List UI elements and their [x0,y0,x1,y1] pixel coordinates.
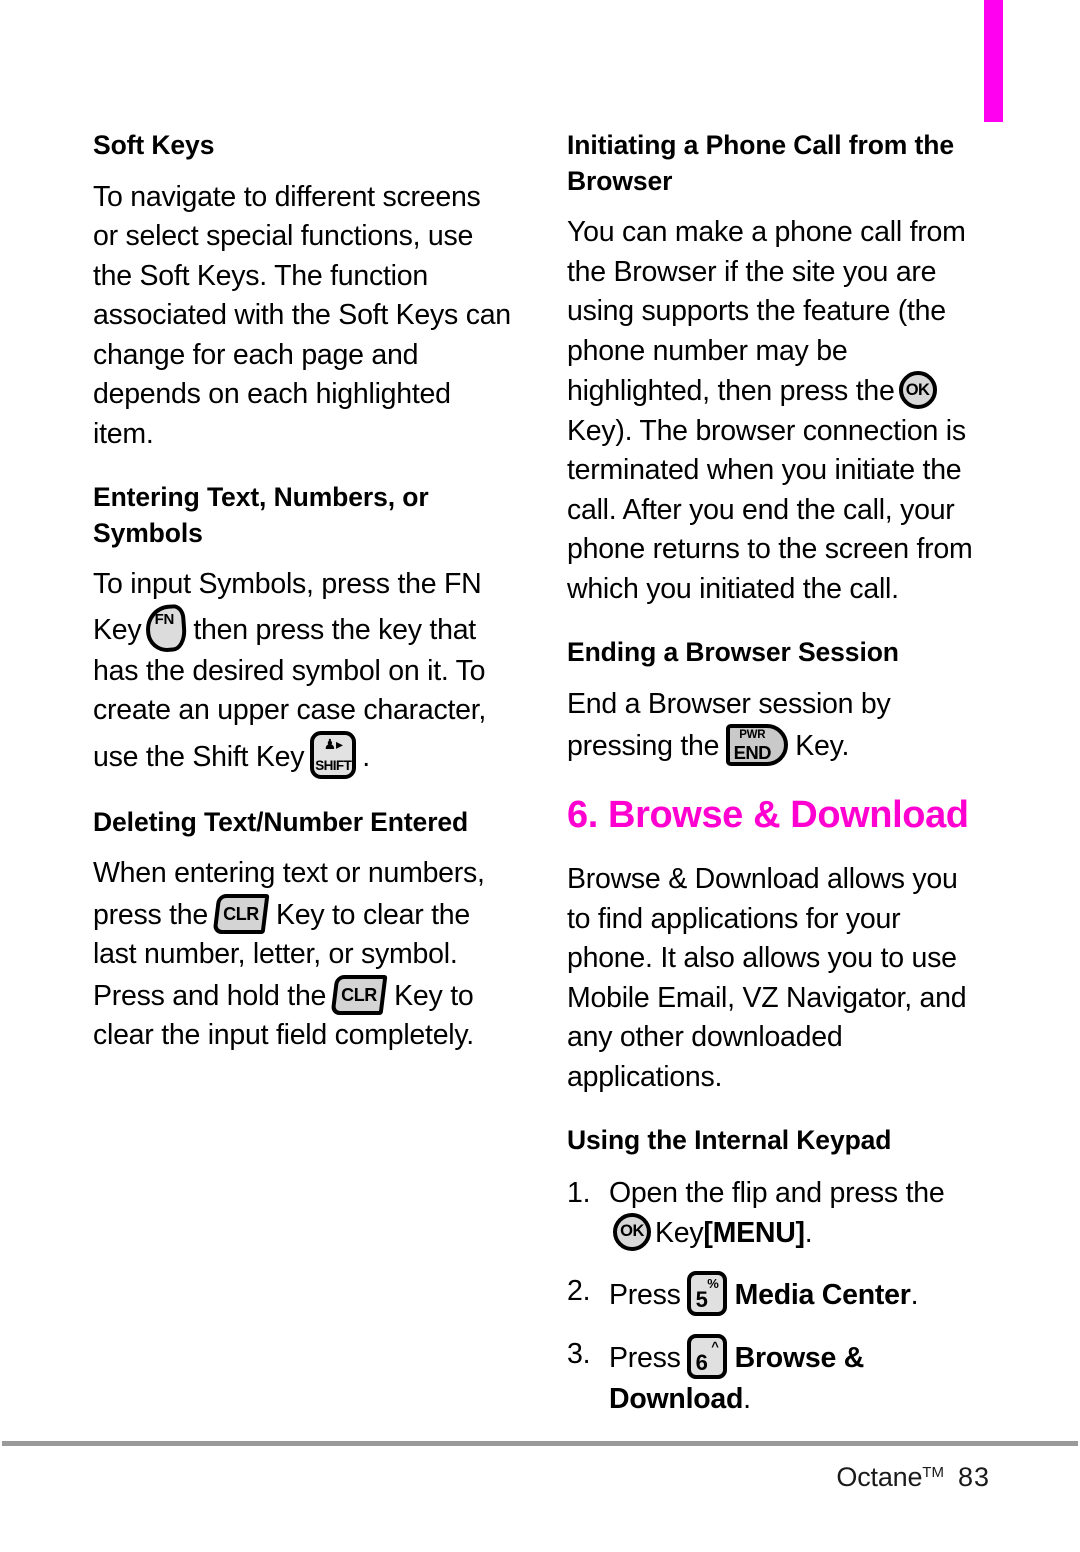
footer: OctaneTM 83 [836,1462,990,1493]
paragraph-ending-browser-session: End a Browser session by pressing the PWR… [567,685,987,767]
steps-list: 1. Open the flip and press the OK Key[MENU]… [567,1173,987,1419]
ok-key-icon: OK [898,371,937,409]
paragraph-entering-text: To input Symbols, press the FN Key FN then… [93,565,513,779]
step1-part3: . [804,1216,813,1249]
list-item: 1. Open the flip and press the OK Key[MENU]… [567,1173,987,1253]
shift-key-label: SHIFT [315,758,352,773]
step1-part2: Key [655,1216,704,1249]
paragraph-deleting-text: When entering text or numbers, press the… [93,854,513,1056]
ok-key-label: OK [905,380,930,399]
step2-bold-media-center: Media Center [734,1278,911,1311]
ok-key-icon-step1: OK [613,1212,651,1251]
list-item: 2. Press 5% Media Center. [567,1270,987,1316]
heading-using-internal-keypad: Using the Internal Keypad [567,1125,892,1156]
step2-part1: Press [609,1278,681,1311]
fn-key-icon: FN [144,603,188,653]
footer-product-name: Octane [836,1462,923,1492]
step-number-2: 2. [567,1274,591,1307]
end-key-pwr-label: PWR [739,729,766,741]
heading-soft-keys: Soft Keys [93,130,215,160]
chapter-heading-browse-download: 6. Browse & Download [567,793,969,836]
paragraph-soft-keys: To navigate to different screens or sele… [93,180,511,450]
list-item: 3. Press 6 ^ Browse & Download. [567,1333,987,1419]
page-number: 83 [957,1462,990,1492]
heading-ending-browser-session: Ending a Browser Session [567,637,899,667]
step-number-3: 3. [567,1337,591,1370]
end-key-label: END [733,741,772,763]
shift-key-glyph: ♟▸ [323,735,343,752]
step2-part3: . [910,1278,919,1311]
step3-part3: . [743,1382,751,1415]
heading-deleting-text: Deleting Text/Number Entered [93,806,469,837]
left-column: Soft Keys To navigate to different scree… [93,128,513,1056]
footer-divider [2,1441,1078,1446]
end-key-icon: PWR END [726,724,789,766]
ending-part2: Key. [795,730,850,762]
heading-entering-text: Entering Text, Numbers, or Symbols [93,482,429,548]
number-key-5-digit: 5 [695,1286,708,1312]
paragraph-browse-download: Browse & Download allows you to find app… [567,863,967,1093]
fn-key-label: FN [154,610,175,628]
number-key-6-superscript: ^ [711,1338,719,1354]
shift-key-icon: ♟▸ SHIFT [310,730,357,779]
initiating-part2: Key). The browser connection is terminat… [567,414,973,605]
clr-key-icon-2: CLR [330,974,388,1015]
page-content: Soft Keys To navigate to different scree… [0,0,1080,1552]
clr-key-icon: CLR [212,893,270,934]
ok-key-label-step1: OK [620,1222,644,1241]
trademark-icon: TM [922,1464,944,1481]
step-number-1: 1. [567,1176,591,1209]
number-key-6-icon: 6 ^ [686,1333,727,1379]
number-key-5-superscript: % [707,1275,719,1291]
step1-part1: Open the flip and press the [609,1176,945,1209]
clr-key-label-2: CLR [341,984,378,1005]
paragraph-initiating-phone-call: You can make a phone call from the Brows… [567,213,987,609]
step1-bold-menu: [MENU] [703,1216,805,1249]
right-column: Initiating a Phone Call from the Browser… [567,128,987,1437]
entering-text-part3: . [362,740,370,773]
clr-key-label: CLR [223,903,259,924]
heading-initiating-phone-call: Initiating a Phone Call from the Browser [567,130,954,196]
number-key-5-icon: 5% [686,1270,727,1316]
number-key-6-digit: 6 [695,1349,708,1375]
step3-part1: Press [609,1341,681,1374]
